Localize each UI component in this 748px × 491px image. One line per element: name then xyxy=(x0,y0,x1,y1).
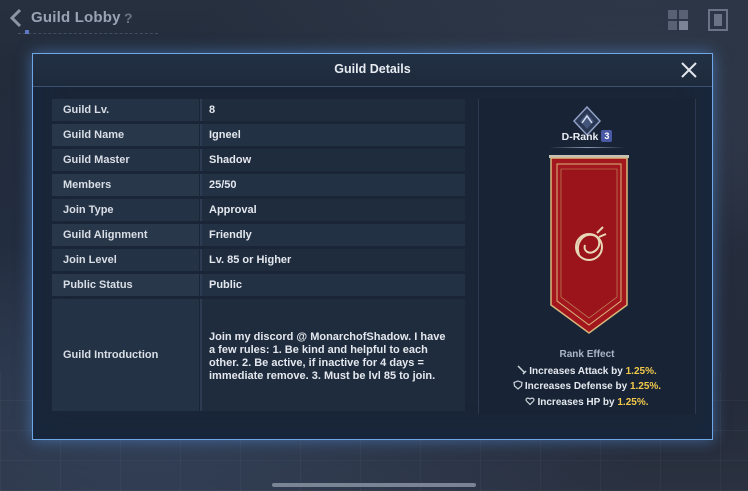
effect-text: Increases Defense by xyxy=(524,381,630,392)
info-label: Public Status xyxy=(52,274,199,296)
guild-introduction-text: Join my discord @ MonarchofShadow. I hav… xyxy=(200,299,465,411)
rank-effect-defense: Increases Defense by 1.25%. xyxy=(479,380,695,392)
rank-effect-title: Rank Effect xyxy=(559,349,615,360)
info-label: Join Level xyxy=(52,249,199,271)
info-row-guild-master: Guild Master Shadow xyxy=(52,149,465,171)
info-value: 25/50 xyxy=(200,174,465,196)
effect-value: 1.25%. xyxy=(625,366,657,377)
dialog-title: Guild Details xyxy=(334,62,411,76)
info-value: Friendly xyxy=(200,224,465,246)
heart-icon xyxy=(525,397,536,406)
sword-icon xyxy=(517,365,527,375)
rank-panel: D-Rank 3 Rank Effect Increases Attack by … xyxy=(478,99,696,414)
info-row-join-type: Join Type Approval xyxy=(52,199,465,221)
dialog-header: Guild Details xyxy=(33,54,712,87)
top-bar: Guild Lobby ? xyxy=(0,0,748,38)
info-value: Shadow xyxy=(200,149,465,171)
help-icon[interactable]: ? xyxy=(124,10,133,26)
info-row-join-level: Join Level Lv. 85 or Higher xyxy=(52,249,465,271)
close-icon[interactable] xyxy=(680,61,698,79)
info-label: Guild Name xyxy=(52,124,199,146)
info-label: Members xyxy=(52,174,199,196)
info-label: Guild Introduction xyxy=(52,299,199,411)
rank-name-text: D-Rank xyxy=(561,131,599,143)
info-value: 8 xyxy=(200,99,465,121)
rank-name: D-Rank 3 xyxy=(479,130,695,143)
home-indicator[interactable] xyxy=(272,483,476,487)
rank-effect-hp: Increases HP by 1.25%. xyxy=(479,396,695,408)
rank-effect-attack: Increases Attack by 1.25%. xyxy=(479,365,695,377)
info-value: Lv. 85 or Higher xyxy=(200,249,465,271)
guild-banner xyxy=(549,155,629,334)
shield-icon xyxy=(513,380,523,390)
divider xyxy=(549,147,625,148)
effect-value: 1.25%. xyxy=(617,397,649,408)
info-label: Join Type xyxy=(52,199,199,221)
info-row-public-status: Public Status Public xyxy=(52,274,465,296)
guild-info-table: Guild Lv. 8 Guild Name Igneel Guild Mast… xyxy=(52,99,465,414)
info-value: Public xyxy=(200,274,465,296)
exit-door-icon[interactable] xyxy=(708,9,728,31)
info-row-guild-lv: Guild Lv. 8 xyxy=(52,99,465,121)
back-arrow-icon[interactable] xyxy=(6,7,28,29)
info-label: Guild Master xyxy=(52,149,199,171)
info-row-guild-introduction: Guild Introduction Join my discord @ Mon… xyxy=(52,299,465,411)
page-title: Guild Lobby xyxy=(31,9,121,26)
grid-menu-icon[interactable] xyxy=(667,9,689,31)
effect-value: 1.25%. xyxy=(629,381,662,392)
info-value: Approval xyxy=(200,199,465,221)
info-row-guild-alignment: Guild Alignment Friendly xyxy=(52,224,465,246)
effect-text: Increases Attack by xyxy=(529,366,626,377)
effect-text: Increases HP by xyxy=(537,397,618,408)
rank-level-badge: 3 xyxy=(601,130,613,142)
info-value: Igneel xyxy=(200,124,465,146)
info-row-guild-name: Guild Name Igneel xyxy=(52,124,465,146)
info-label: Guild Alignment xyxy=(52,224,199,246)
divider xyxy=(18,33,158,35)
info-label: Guild Lv. xyxy=(52,99,199,121)
guild-details-dialog: Guild Details Guild Lv. 8 Guild Name Ign… xyxy=(32,53,713,440)
info-row-members: Members 25/50 xyxy=(52,174,465,196)
